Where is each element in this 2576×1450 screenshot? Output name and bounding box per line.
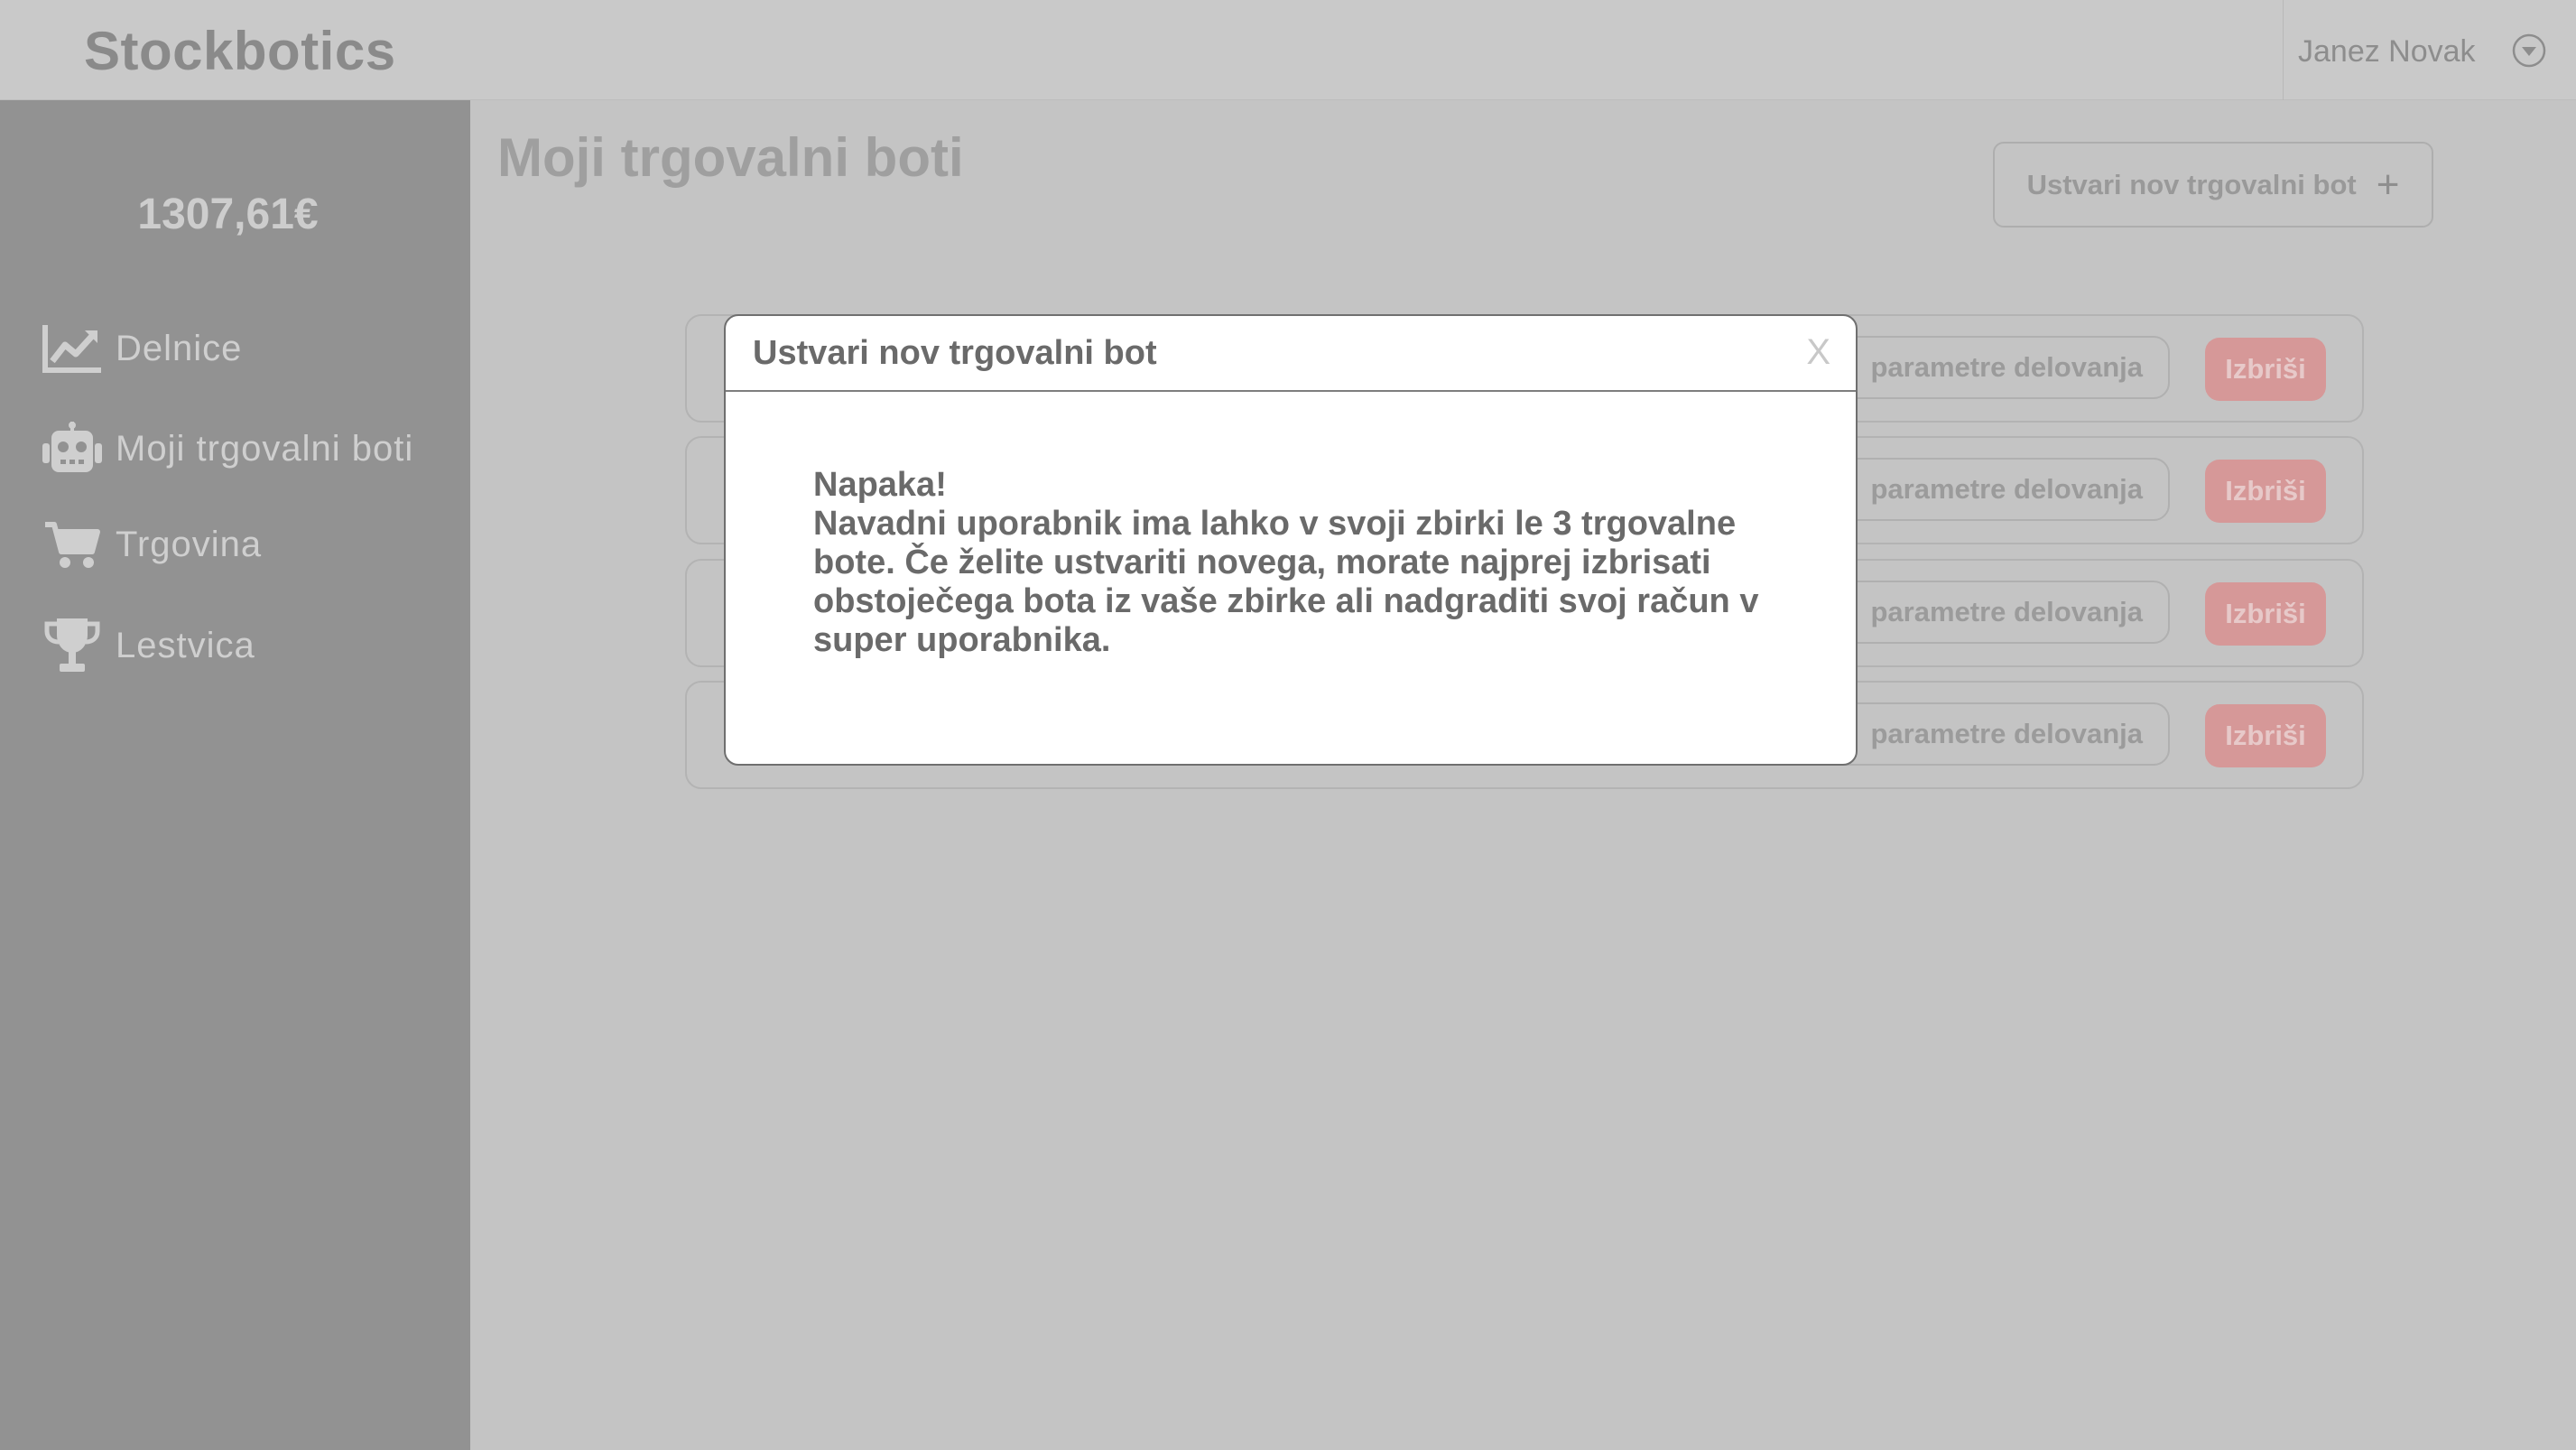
delete-button[interactable]: Izbriši	[2205, 582, 2326, 646]
sidebar-item-label: Moji trgovalni boti	[116, 428, 414, 469]
create-bot-label: Ustvari nov trgovalni bot	[2026, 168, 2357, 200]
account-balance: 1307,61€	[137, 191, 319, 238]
modal-header: Ustvari nov trgovalni bot X	[726, 316, 1856, 392]
sidebar-item-label: Trgovina	[116, 524, 263, 564]
create-bot-modal: Ustvari nov trgovalni bot X Napaka! Nava…	[724, 314, 1858, 766]
sidebar-item-trgovina[interactable]: Trgovina	[40, 513, 455, 576]
sidebar-item-delnice[interactable]: Delnice	[40, 317, 455, 380]
chevron-down-icon[interactable]	[2512, 33, 2546, 68]
user-name[interactable]: Janez Novak	[2298, 34, 2476, 70]
modal-title: Ustvari nov trgovalni bot	[753, 334, 1157, 372]
top-header: Stockbotics Janez Novak	[0, 0, 2576, 100]
error-message-block: Napaka! Navadni uporabnik ima lahko v sv…	[813, 466, 1788, 660]
error-message: Navadni uporabnik ima lahko v svoji zbir…	[813, 505, 1759, 659]
robot-icon	[40, 420, 105, 478]
create-bot-button[interactable]: Ustvari nov trgovalni bot +	[1993, 142, 2433, 228]
sidebar: 1307,61€ Delnice Moji trgovalni boti Trg…	[0, 100, 470, 1450]
plus-icon: +	[2376, 162, 2400, 207]
sidebar-item-label: Delnice	[116, 328, 243, 368]
close-button[interactable]: X	[1806, 332, 1830, 373]
chart-line-icon	[40, 320, 105, 377]
user-menu[interactable]: Janez Novak	[2283, 0, 2576, 100]
page-title: Moji trgovalni boti	[497, 127, 964, 188]
sidebar-item-lestvica[interactable]: Lestvica	[40, 614, 455, 677]
delete-button[interactable]: Izbriši	[2205, 460, 2326, 523]
cart-icon	[40, 516, 105, 573]
error-title: Napaka!	[813, 466, 947, 504]
delete-button[interactable]: Izbriši	[2205, 338, 2326, 401]
trophy-icon	[40, 617, 105, 674]
sidebar-item-moji-trgovalni-boti[interactable]: Moji trgovalni boti	[40, 417, 455, 480]
sidebar-item-label: Lestvica	[116, 625, 255, 665]
delete-button[interactable]: Izbriši	[2205, 704, 2326, 767]
brand-logo[interactable]: Stockbotics	[84, 20, 396, 82]
